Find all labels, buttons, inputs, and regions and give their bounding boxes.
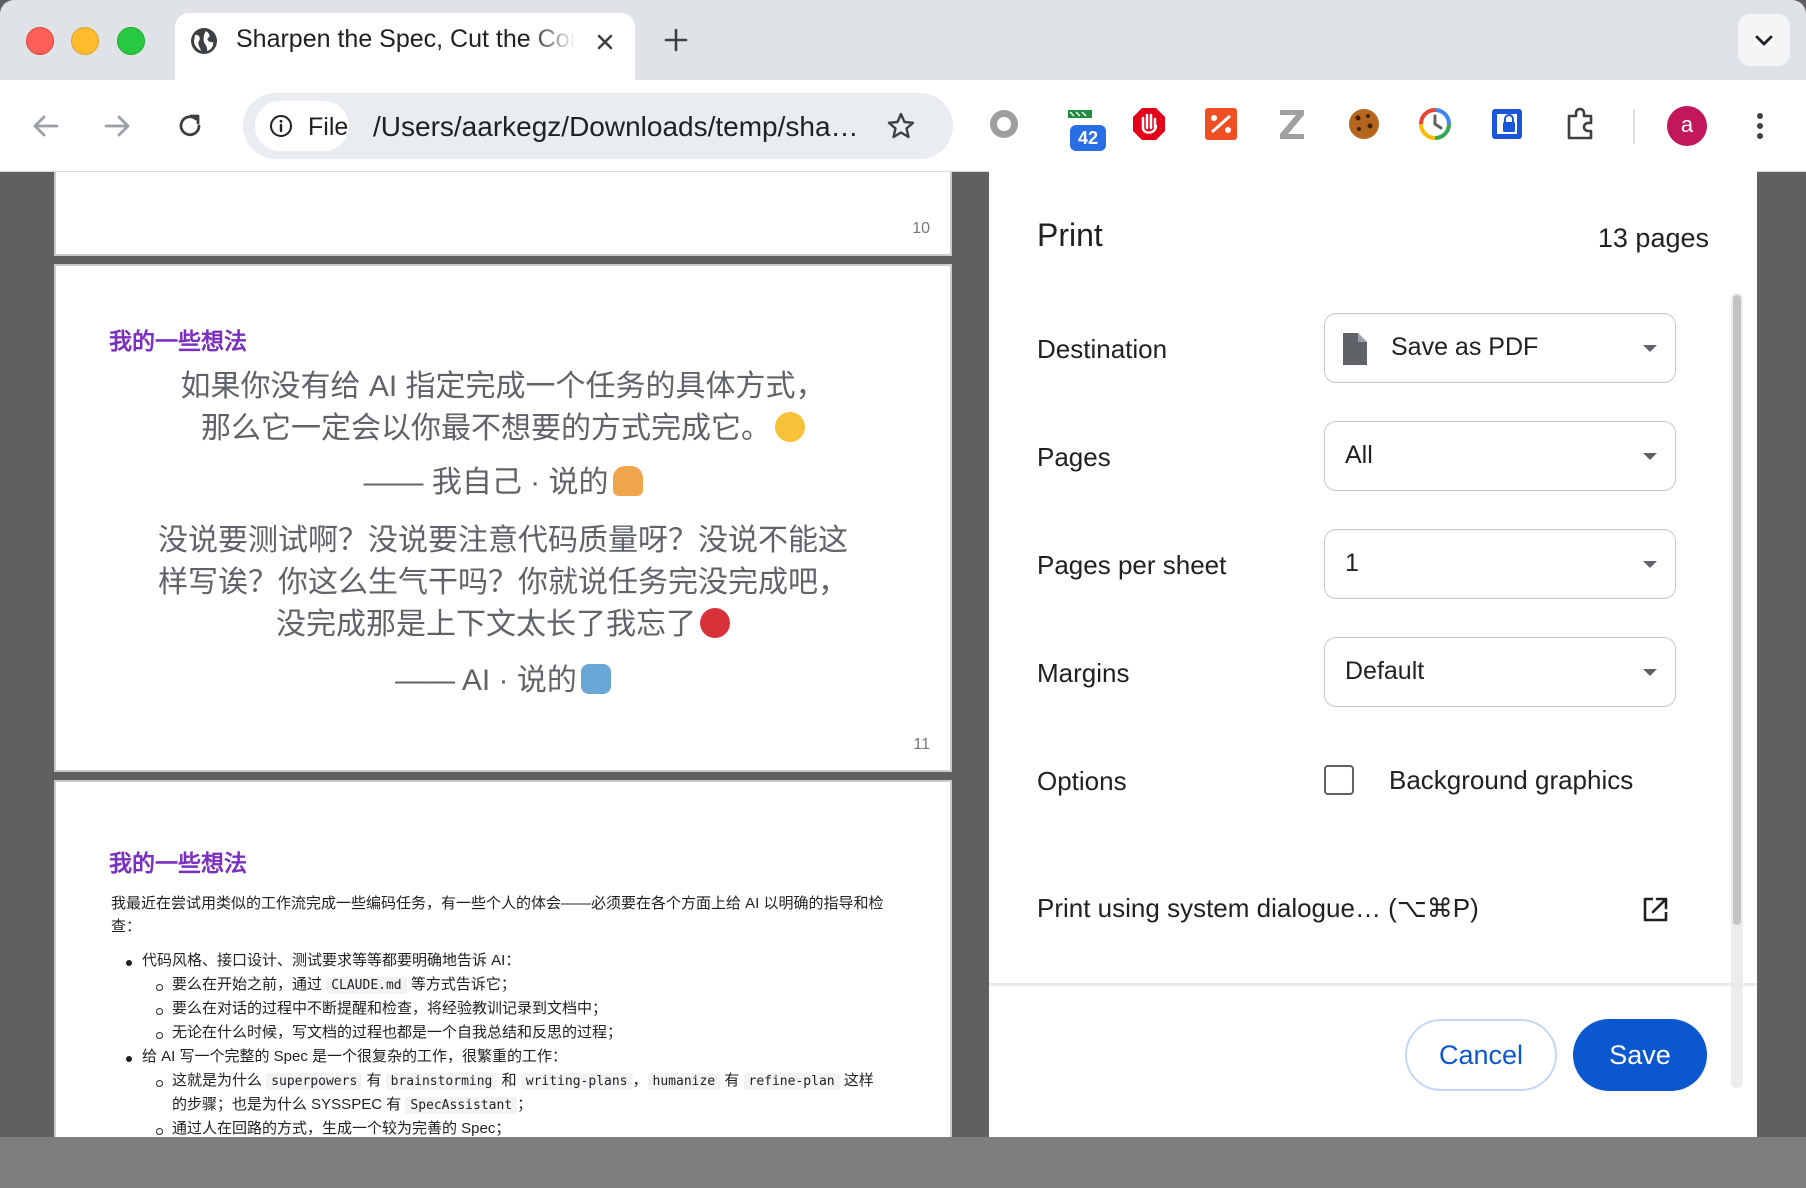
save-button[interactable]: Save <box>1573 1019 1707 1091</box>
print-preview-area[interactable]: 10 我的一些想法 如果你没有给 AI 指定完成一个任务的具体方式， 那么它一定… <box>50 172 990 1137</box>
preview-page-11: 我的一些想法 如果你没有给 AI 指定完成一个任务的具体方式， 那么它一定会以你… <box>54 264 952 772</box>
history-extension-icon[interactable] <box>1415 104 1455 144</box>
preview-page-10: 10 <box>54 172 952 256</box>
margins-label: Margins <box>1037 658 1130 688</box>
cookie-extension-icon[interactable] <box>1344 104 1384 144</box>
caret-down-icon <box>1643 669 1657 676</box>
sub-bullet-item: 要么在对话的过程中不断提醒和检查，将经验教训记录到文档中； <box>172 1000 608 1017</box>
bullet-dot <box>126 960 132 966</box>
margins-select[interactable]: Default <box>1324 637 1676 707</box>
active-tab[interactable]: Sharpen the Spec, Cut the Context <box>175 13 635 80</box>
caret-down-icon <box>1643 561 1657 568</box>
new-tab-icon[interactable] <box>660 24 692 56</box>
record-extension-icon[interactable] <box>984 104 1024 144</box>
background-graphics-label[interactable]: Background graphics <box>1389 765 1633 796</box>
sub-bullet-item-continued: 的步骤；也是为什么 SYSSPEC 有 SpecAssistant； <box>172 1096 533 1114</box>
caret-down-icon <box>1643 453 1657 460</box>
back-arrow-icon[interactable] <box>25 105 67 147</box>
close-tab-icon[interactable] <box>590 27 620 57</box>
footer-divider <box>989 983 1757 986</box>
slide-heading: 我的一些想法 <box>109 328 247 354</box>
destination-select[interactable]: Save as PDF <box>1324 313 1676 383</box>
settings-scrollbar-thumb[interactable] <box>1733 295 1741 925</box>
file-scheme-label: File <box>308 113 349 141</box>
reload-icon[interactable] <box>169 105 211 147</box>
quote-line: 那么它一定会以你最不想要的方式完成它。 <box>56 408 950 450</box>
intro-paragraph: 我最近在尝试用类似的工作流完成一些编码任务，有一些个人的体会——必须要在各个方面… <box>111 895 884 935</box>
site-info-chip[interactable]: File <box>255 101 349 151</box>
bullet-item: 给 AI 写一个完整的 Spec 是一个很复杂的工作，很繁重的工作： <box>142 1048 568 1065</box>
pages-value: All <box>1345 441 1373 469</box>
close-window-button[interactable] <box>26 27 54 55</box>
ad-block-extension-icon[interactable] <box>1129 104 1169 144</box>
zotero-extension-icon[interactable] <box>1272 104 1312 144</box>
percent-extension-icon[interactable] <box>1201 104 1241 144</box>
bullet-item: 代码风格、接口设计、测试要求等等都要明确地告诉 AI： <box>142 952 521 969</box>
sub-bullet <box>156 1008 163 1015</box>
cancel-button[interactable]: Cancel <box>1405 1019 1557 1091</box>
tab-title: Sharpen the Spec, Cut the Context <box>236 25 576 53</box>
page-count: 13 pages <box>1597 223 1709 253</box>
facepalm-emoji-icon <box>612 466 643 496</box>
pages-per-sheet-value: 1 <box>1345 549 1359 577</box>
extensions-puzzle-icon[interactable] <box>1561 104 1601 144</box>
minimize-window-button[interactable] <box>71 27 99 55</box>
url-text[interactable]: /Users/aarkegz/Downloads/temp/sharpen-th… <box>373 111 863 143</box>
browser-toolbar: File /Users/aarkegz/Downloads/temp/sharp… <box>0 80 1806 172</box>
tab-bar: Sharpen the Spec, Cut the Context <box>0 0 1806 80</box>
window-bottom-edge <box>0 1137 1806 1188</box>
system-dialog-link[interactable]: Print using system dialogue… (⌥⌘P) <box>1037 893 1479 924</box>
options-label: Options <box>1037 766 1127 796</box>
margins-value: Default <box>1345 657 1425 685</box>
open-external-icon[interactable] <box>1640 895 1670 925</box>
maximize-window-button[interactable] <box>117 27 145 55</box>
sub-bullet <box>156 1080 163 1087</box>
bookmark-star-icon[interactable] <box>885 110 917 142</box>
sub-bullet-item: 无论在什么时候，写文档的过程也都是一个自我总结和反思的过程； <box>172 1024 623 1041</box>
toolbar-divider <box>1633 110 1635 144</box>
quote-attribution: —— AI · 说的 <box>56 660 950 702</box>
print-settings-panel: Print 13 pages Destination Save as PDF P… <box>989 165 1757 1137</box>
sub-bullet <box>156 984 163 991</box>
bullet-dot <box>126 1056 132 1062</box>
background-graphics-checkbox[interactable] <box>1324 765 1354 795</box>
file-icon <box>1343 333 1367 365</box>
quote-attribution: —— 我自己 · 说的 <box>56 462 950 504</box>
sub-bullet-item: 通过人在回路的方式，生成一个较为完善的 Spec； <box>172 1120 511 1137</box>
pages-label: Pages <box>1037 442 1111 472</box>
destination-label: Destination <box>1037 334 1168 364</box>
forward-arrow-icon[interactable] <box>96 105 138 147</box>
pages-per-sheet-select[interactable]: 1 <box>1324 529 1676 599</box>
globe-icon <box>191 28 217 54</box>
page-number: 10 <box>912 220 930 237</box>
print-title: Print <box>1037 217 1103 253</box>
tab-search-button[interactable] <box>1738 14 1790 66</box>
tab-count-badge: 42 <box>1070 125 1106 151</box>
page-number: 11 <box>913 736 930 753</box>
address-bar[interactable]: File /Users/aarkegz/Downloads/temp/sharp… <box>243 93 953 159</box>
chevron-down-icon <box>1755 35 1773 46</box>
slide-heading: 我的一些想法 <box>109 850 247 876</box>
info-icon <box>270 115 292 137</box>
destination-value: Save as PDF <box>1391 333 1539 361</box>
quote-line: 没完成那是上下文太长了我忘了 <box>56 604 950 646</box>
quote-line: 样写诶？你这么生气干吗？你就说任务完没完成吧， <box>158 566 848 599</box>
sweat-smile-emoji-icon <box>775 412 805 442</box>
profile-avatar[interactable]: a <box>1667 106 1707 146</box>
quote-line: 没说要测试啊？没说要注意代码质量呀？没说不能这 <box>158 524 848 557</box>
quote-line: 如果你没有给 AI 指定完成一个任务的具体方式， <box>180 370 826 403</box>
pages-per-sheet-label: Pages per sheet <box>1037 550 1227 580</box>
sub-bullet <box>156 1032 163 1039</box>
pages-select[interactable]: All <box>1324 421 1676 491</box>
password-manager-extension-icon[interactable] <box>1487 104 1527 144</box>
more-menu-icon[interactable] <box>1748 106 1772 146</box>
angry-face-emoji-icon <box>700 608 730 638</box>
robot-emoji-icon <box>580 664 611 694</box>
caret-down-icon <box>1643 345 1657 352</box>
sub-bullet-item: 这就是为什么 superpowers 有 brainstorming 和 wri… <box>172 1072 874 1090</box>
sub-bullet-item: 要么在开始之前，通过 CLAUDE.md 等方式告诉它； <box>172 976 516 994</box>
sub-bullet <box>156 1128 163 1135</box>
preview-page-12: 我的一些想法 我最近在尝试用类似的工作流完成一些编码任务，有一些个人的体会——必… <box>54 780 952 1137</box>
